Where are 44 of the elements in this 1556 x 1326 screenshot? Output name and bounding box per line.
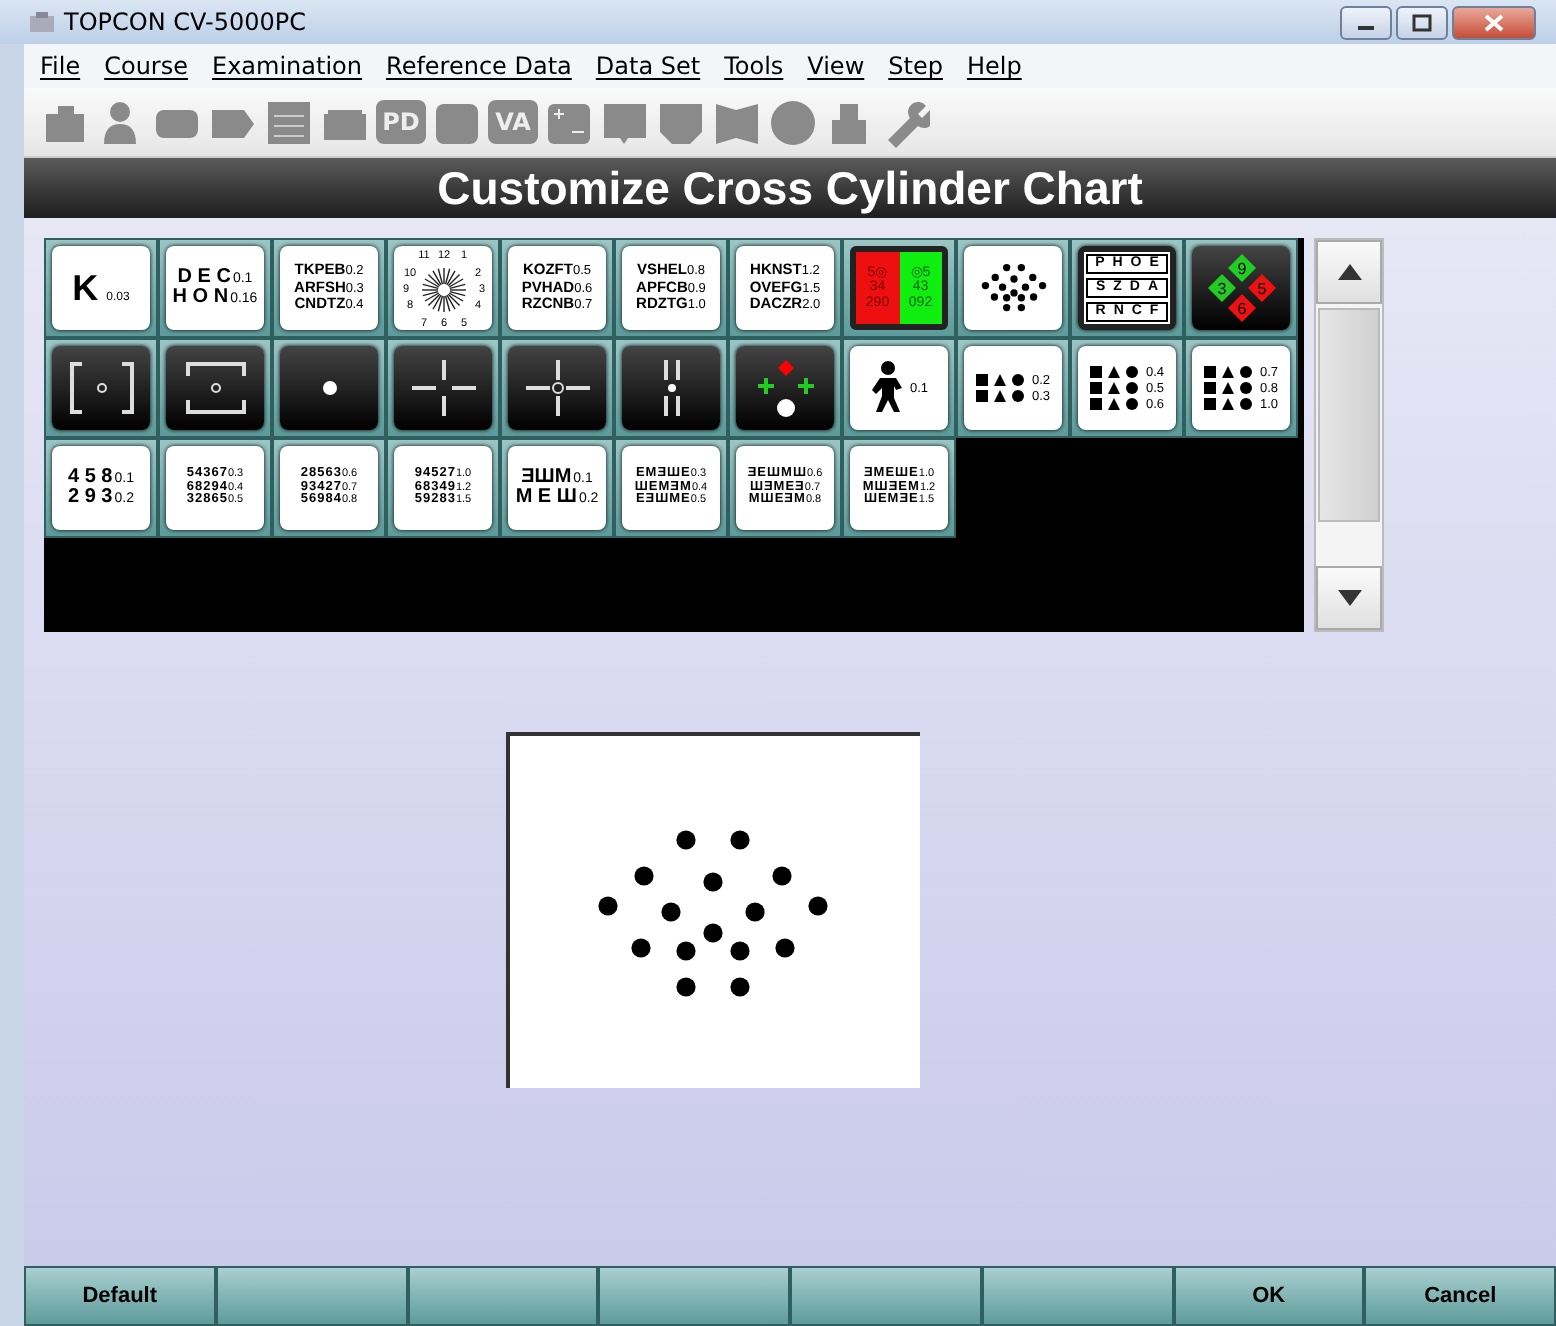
menu-item[interactable]: Tools [712, 52, 796, 80]
number-diamond: 9 [1227, 254, 1255, 282]
chart-card[interactable] [622, 346, 720, 430]
chart-card[interactable] [508, 346, 606, 430]
blank-button[interactable] [790, 1266, 982, 1326]
chart-card[interactable] [280, 346, 378, 430]
scroll-up-icon[interactable] [1337, 264, 1361, 280]
action-button[interactable]: Cancel [1364, 1266, 1556, 1326]
menu-item[interactable]: Course [92, 52, 200, 80]
menu-item[interactable]: Data Set [583, 52, 713, 80]
chart-card[interactable]: 9 3 5 6 [1192, 246, 1290, 330]
number-diamond: 5 [1247, 274, 1275, 302]
list-icon[interactable] [264, 97, 314, 147]
minimize-button[interactable] [1340, 5, 1392, 39]
chart-card[interactable] [52, 346, 150, 430]
blank-button[interactable] [981, 1266, 1173, 1326]
dot-symbol [321, 380, 337, 396]
chart-card[interactable] [964, 246, 1062, 330]
page-header: Customize Cross Cylinder Chart [24, 158, 1556, 218]
chart-card[interactable] [166, 346, 264, 430]
number-diamond: 3 [1207, 274, 1235, 302]
blank-button[interactable] [215, 1266, 407, 1326]
running-child-icon [869, 360, 906, 416]
close-button[interactable] [1452, 5, 1536, 39]
maximize-button[interactable] [1396, 5, 1448, 39]
blank-button[interactable] [598, 1266, 790, 1326]
number-diamond: 6 [1227, 294, 1255, 322]
window-title: TOPCON CV-5000PC [64, 8, 306, 36]
action-button[interactable]: Default [24, 1266, 216, 1326]
menu-item[interactable]: Step [876, 52, 955, 80]
scroll-down-icon[interactable] [1337, 590, 1361, 606]
action-button[interactable]: OK [1173, 1266, 1365, 1326]
menu-item[interactable]: File [28, 52, 93, 80]
chart-card[interactable] [736, 346, 834, 430]
bars-dot-symbol [661, 358, 681, 418]
menu-item[interactable]: Reference Data [374, 52, 584, 80]
menu-item[interactable]: View [795, 52, 877, 80]
menu-item[interactable]: Help [954, 52, 1034, 80]
chart-card[interactable] [394, 346, 492, 430]
app-icon [28, 10, 56, 34]
menu-item[interactable]: Examination [200, 52, 375, 80]
scrollbar[interactable] [1314, 238, 1384, 632]
circle-icon[interactable] [768, 97, 818, 147]
blank-button[interactable] [407, 1266, 599, 1326]
